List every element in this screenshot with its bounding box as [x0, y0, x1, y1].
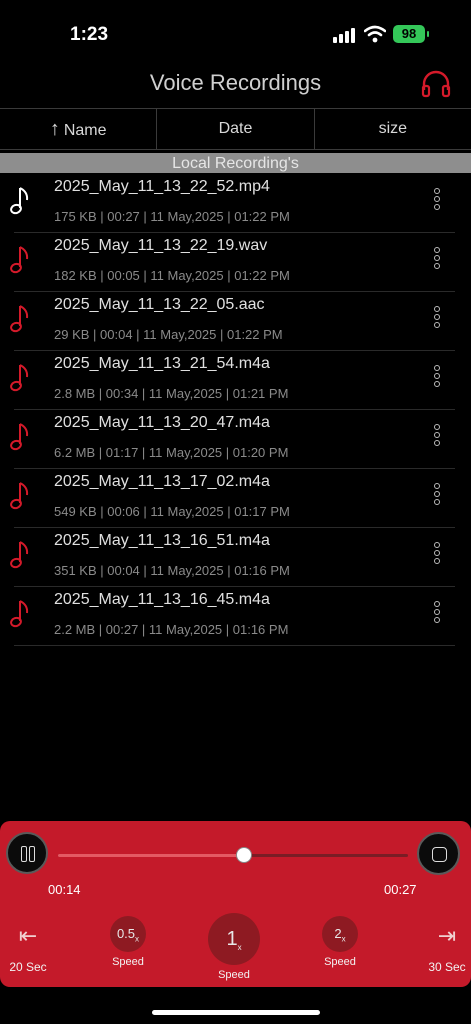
recording-meta: 182 KB | 00:05 | 11 May,2025 | 01:22 PM — [54, 268, 290, 283]
speed-suffix: x — [341, 934, 346, 944]
sort-by-name[interactable]: ↑ Name — [0, 109, 158, 149]
forward-button[interactable]: ⇥ 30 Sec — [426, 923, 468, 975]
recording-name: 2025_May_11_13_16_45.m4a — [54, 591, 270, 608]
forward-label: 30 Sec — [428, 960, 466, 974]
status-bar: 1:23 98 — [0, 0, 471, 60]
more-options-icon[interactable] — [432, 483, 442, 509]
sort-by-date[interactable]: Date — [157, 109, 315, 149]
recording-row[interactable]: 2025_May_11_13_16_51.m4a 351 KB | 00:04 |… — [10, 528, 455, 587]
recording-meta: 175 KB | 00:27 | 11 May,2025 | 01:22 PM — [54, 209, 290, 224]
music-note-icon — [10, 364, 29, 392]
sort-bar: ↑ Name Date size — [0, 108, 471, 150]
rewind-label: 20 Sec — [9, 960, 47, 974]
recording-name: 2025_May_11_13_22_52.mp4 — [54, 178, 270, 195]
recording-meta: 549 KB | 00:06 | 11 May,2025 | 01:17 PM — [54, 504, 290, 519]
speed-half-button[interactable]: 0.5x Speed — [110, 916, 146, 968]
speed-half-badge: 0.5x — [110, 916, 146, 952]
cellular-signal-icon — [333, 27, 357, 43]
recording-row[interactable]: 2025_May_11_13_16_45.m4a 2.2 MB | 00:27 |… — [10, 587, 455, 646]
status-time: 1:23 — [70, 24, 109, 45]
wifi-icon — [364, 25, 386, 43]
sort-ascending-icon: ↑ — [49, 118, 60, 140]
current-time: 00:14 — [48, 882, 81, 897]
battery-indicator: 98 — [393, 25, 429, 43]
music-note-icon — [10, 187, 29, 215]
music-note-icon — [10, 482, 29, 510]
speed-suffix: x — [135, 934, 140, 944]
seek-slider[interactable] — [58, 847, 408, 863]
recording-meta: 2.8 MB | 00:34 | 11 May,2025 | 01:21 PM — [54, 386, 289, 401]
forward-icon: ⇥ — [437, 923, 457, 948]
recording-row[interactable]: 2025_May_11_13_20_47.m4a 6.2 MB | 01:17 |… — [10, 410, 455, 469]
recording-meta: 2.2 MB | 00:27 | 11 May,2025 | 01:16 PM — [54, 622, 289, 637]
music-note-icon — [10, 600, 29, 628]
speed-double-badge: 2x — [322, 916, 358, 952]
rewind-icon: ⇤ — [18, 923, 38, 948]
seek-progress — [58, 854, 244, 857]
speed-half-value: 0.5 — [116, 926, 136, 941]
sort-by-size[interactable]: size — [315, 109, 471, 149]
recording-name: 2025_May_11_13_22_19.wav — [54, 237, 268, 254]
speed-normal-value: 1 — [226, 928, 238, 950]
more-options-icon[interactable] — [432, 365, 442, 391]
more-options-icon[interactable] — [432, 601, 442, 627]
more-options-icon[interactable] — [432, 542, 442, 568]
recording-name: 2025_May_11_13_21_54.m4a — [54, 355, 270, 372]
recording-meta: 351 KB | 00:04 | 11 May,2025 | 01:16 PM — [54, 563, 290, 578]
recording-row[interactable]: 2025_May_11_13_22_19.wav 182 KB | 00:05 |… — [10, 233, 455, 292]
stop-button[interactable] — [417, 832, 460, 875]
recording-row[interactable]: 2025_May_11_13_22_52.mp4 175 KB | 00:27 |… — [10, 174, 455, 233]
speed-normal-button[interactable]: 1x Speed — [207, 913, 261, 981]
recording-row[interactable]: 2025_May_11_13_21_54.m4a 2.8 MB | 00:34 |… — [10, 351, 455, 410]
recording-meta: 29 KB | 00:04 | 11 May,2025 | 01:22 PM — [54, 327, 283, 342]
speed-label: Speed — [218, 969, 250, 981]
recording-row[interactable]: 2025_May_11_13_22_05.aac 29 KB | 00:04 | … — [10, 292, 455, 351]
sort-date-label: Date — [218, 120, 253, 137]
section-header: Local Recording's — [0, 153, 471, 173]
music-note-icon — [10, 246, 29, 274]
speed-double-value: 2 — [334, 926, 342, 941]
sort-name-label: Name — [63, 122, 107, 139]
recordings-list: 2025_May_11_13_22_52.mp4 175 KB | 00:27 |… — [0, 174, 471, 646]
more-options-icon[interactable] — [432, 306, 442, 332]
recording-name: 2025_May_11_13_20_47.m4a — [54, 414, 270, 431]
speed-label: Speed — [112, 956, 144, 968]
speed-label: Speed — [324, 956, 356, 968]
audio-player: 00:14 00:27 ⇤ 20 Sec 0.5x Speed 1x Speed… — [0, 821, 471, 987]
music-note-icon — [10, 305, 29, 333]
recording-meta: 6.2 MB | 01:17 | 11 May,2025 | 01:20 PM — [54, 445, 289, 460]
page-title: Voice Recordings — [149, 70, 322, 95]
total-time: 00:27 — [384, 882, 417, 897]
recording-name: 2025_May_11_13_17_02.m4a — [54, 473, 270, 490]
music-note-icon — [10, 423, 29, 451]
sort-size-label: size — [378, 120, 408, 137]
pause-button[interactable] — [6, 832, 48, 874]
speed-suffix: x — [237, 943, 242, 952]
music-note-icon — [10, 541, 29, 569]
recording-row[interactable]: 2025_May_11_13_17_02.m4a 549 KB | 00:06 |… — [10, 469, 455, 528]
rewind-button[interactable]: ⇤ 20 Sec — [6, 923, 50, 975]
recording-name: 2025_May_11_13_22_05.aac — [54, 296, 265, 313]
speed-normal-badge: 1x — [208, 913, 260, 965]
recording-name: 2025_May_11_13_16_51.m4a — [54, 532, 270, 549]
headphones-icon[interactable] — [420, 68, 452, 100]
more-options-icon[interactable] — [432, 424, 442, 450]
more-options-icon[interactable] — [432, 247, 442, 273]
home-indicator[interactable] — [152, 1010, 320, 1015]
speed-double-button[interactable]: 2x Speed — [322, 916, 358, 968]
seek-knob[interactable] — [235, 847, 252, 863]
more-options-icon[interactable] — [432, 188, 442, 214]
